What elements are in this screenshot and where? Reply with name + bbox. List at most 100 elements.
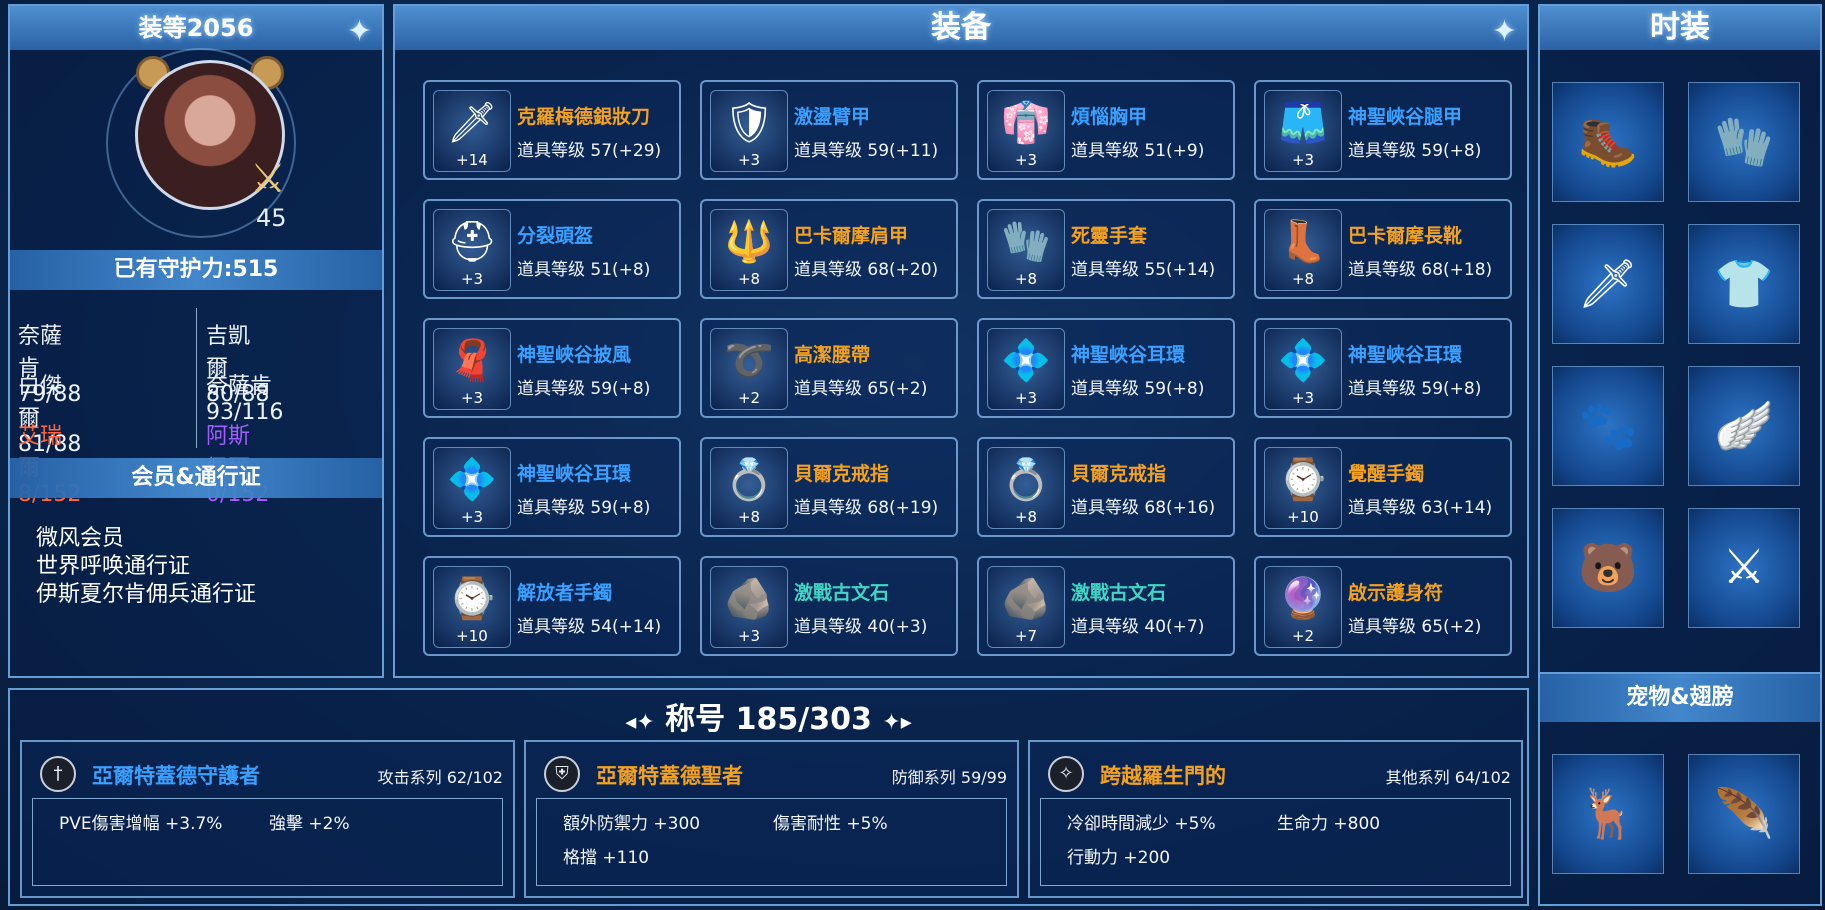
fashion-slot[interactable]: 🥾 — [1552, 82, 1664, 202]
item-icon-frame: 🛡 +3 — [710, 90, 788, 172]
enhance-level: +3 — [737, 627, 761, 645]
membership-heading: 会员&通行证 — [10, 458, 382, 498]
item-name: 克羅梅德銀妝刀 — [517, 106, 651, 128]
title-emblem-icon: ⛨ — [544, 756, 580, 792]
enhance-level: +2 — [737, 389, 761, 407]
title-stat: 強擊 +2% — [269, 814, 350, 834]
feather-wing-icon: 🪽 — [1714, 398, 1774, 454]
cape-icon: 🧣 — [447, 338, 497, 384]
item-name: 覺醒手鐲 — [1348, 463, 1425, 485]
stats-divider — [196, 308, 197, 448]
titles-panel: ◂✦ 称号 185/303 ✦▸ † 亞爾特蓋德守護者 攻击系列 62/102 PVE… — [8, 688, 1529, 906]
equipment-slot[interactable]: 💍 +8 貝爾克戒指 道具等级 68(+16) — [977, 437, 1235, 537]
title-stat: 格擋 +110 — [563, 848, 650, 868]
equipment-slot[interactable]: ⌚ +10 覺醒手鐲道具等级 63(+14) — [1254, 437, 1512, 537]
shirt-icon: 👕 — [1714, 256, 1774, 312]
item-name: 高潔腰帶 — [794, 344, 871, 366]
equipment-slot[interactable]: ➰ +2 高潔腰帶 道具等级 65(+2) — [700, 318, 958, 418]
equipment-slot[interactable]: 🩳 +3 神聖峽谷腿甲 道具等级 59(+8) — [1254, 80, 1512, 180]
title-card[interactable]: ⛨ 亞爾特蓋德聖者 防御系列 59/99 額外防禦力 +300 傷害耐性 +5% 格擋 +… — [524, 740, 1019, 898]
equipment-slot[interactable]: 💠 +3 神聖峽谷耳環 道具等级 59(+8) — [1254, 318, 1512, 418]
earring-icon: 💠 — [447, 457, 497, 503]
item-name: 貝爾克戒指 — [1071, 463, 1167, 485]
enhance-level: +3 — [1014, 389, 1038, 407]
wings-slot[interactable]: 🪶 — [1688, 754, 1800, 874]
fashion-slot[interactable]: ⚔ — [1688, 508, 1800, 628]
pet-slot[interactable]: 🦌 — [1552, 754, 1664, 874]
item-name: 神聖峽谷耳環 — [517, 463, 632, 485]
equipment-slot[interactable]: 🪨 +3 激戰古文石 道具等级 40(+3) — [700, 556, 958, 656]
dagger-icon: 🗡 — [446, 100, 498, 146]
item-name: 激盪臂甲 — [794, 106, 871, 128]
equipment-slot[interactable]: 💠 +3 神聖峽谷耳環 道具等级 59(+8) — [977, 318, 1235, 418]
enhance-level: +3 — [1291, 389, 1315, 407]
equipment-slot[interactable]: 💍 +8 貝爾克戒指 道具等级 68(+19) — [700, 437, 958, 537]
fashion-slot[interactable]: 👕 — [1688, 224, 1800, 344]
enhance-level: +3 — [460, 270, 484, 288]
item-icon-frame: ➰ +2 — [710, 328, 788, 410]
item-icon-frame: 🗡 +14 — [433, 90, 511, 172]
equipment-slot[interactable]: ⛑ +3 分裂頭盔 道具等级 51(+8) — [423, 199, 681, 299]
item-level: 道具等级 40(+7) — [1071, 617, 1205, 637]
equipment-slot[interactable]: 💠 +3 神聖峽谷耳環 道具等级 59(+8) — [423, 437, 681, 537]
enhance-level: +7 — [1014, 627, 1038, 645]
title-card[interactable]: † 亞爾特蓋德守護者 攻击系列 62/102 PVE傷害增幅 +3.7% 強擊 +2% — [20, 740, 515, 898]
pet-creature-icon: 🦌 — [1578, 786, 1638, 842]
arrow-left-icon: ◂✦ — [625, 710, 655, 735]
enhance-level: +8 — [1291, 270, 1315, 288]
earring-icon: 💠 — [1278, 338, 1328, 384]
item-level: 道具等级 59(+8) — [1348, 379, 1482, 399]
item-level: 道具等级 63(+14) — [1348, 498, 1493, 518]
item-name: 巴卡爾摩長靴 — [1348, 225, 1463, 247]
pet-heading: 宠物&翅膀 — [1540, 674, 1820, 722]
enhance-level: +8 — [737, 270, 761, 288]
title-emblem-icon: † — [40, 756, 76, 792]
equipment-slot[interactable]: 🧤 +8 死靈手套 道具等级 55(+14) — [977, 199, 1235, 299]
title-card[interactable]: ✧ 跨越羅生門的 其他系列 64/102 冷卻時間減少 +5% 生命力 +800 行動力 … — [1028, 740, 1523, 898]
fashion-slot[interactable]: 🐾 — [1552, 366, 1664, 486]
fashion-slot[interactable]: 🧤 — [1688, 82, 1800, 202]
membership-item: 伊斯夏尔肯佣兵通行证 — [36, 582, 257, 607]
item-level: 道具等级 59(+8) — [1071, 379, 1205, 399]
item-icon-frame: 💍 +8 — [710, 447, 788, 529]
fashion-slot[interactable]: 🪽 — [1688, 366, 1800, 486]
title-stat: 生命力 +800 — [1277, 814, 1381, 834]
equipment-slot[interactable]: 🗡 +14 克羅梅德銀妝刀 道具等级 57(+29) — [423, 80, 681, 180]
bracer-icon: 🛡 — [723, 100, 775, 146]
sparkle-icon: ✦ — [346, 14, 372, 49]
sparkle-icon: ✦ — [1491, 14, 1517, 49]
enhance-level: +3 — [460, 508, 484, 526]
fashion-slot[interactable]: 🗡 — [1552, 224, 1664, 344]
equipment-slot[interactable]: 🔮 +2 啟示護身符 道具等级 65(+2) — [1254, 556, 1512, 656]
item-name: 解放者手鐲 — [517, 582, 613, 604]
title-series: 攻击系列 62/102 — [377, 768, 503, 787]
equipment-slot[interactable]: 🛡 +3 激盪臂甲 道具等级 59(+11) — [700, 80, 958, 180]
equipment-slot[interactable]: 👢 +8 巴卡爾摩長靴 道具等级 68(+18) — [1254, 199, 1512, 299]
equipment-slot[interactable]: 👘 +3 煩惱胸甲 道具等级 51(+9) — [977, 80, 1235, 180]
equipment-slot[interactable]: 🪨 +7 激戰古文石 道具等级 40(+7) — [977, 556, 1235, 656]
title-series: 其他系列 64/102 — [1385, 768, 1511, 787]
item-name: 神聖峽谷披風 — [517, 344, 632, 366]
item-name: 激戰古文石 — [794, 582, 890, 604]
equipment-slot[interactable]: ⌚ +10 解放者手鐲 道具等级 54(+14) — [423, 556, 681, 656]
item-icon-frame: ⌚ +10 — [1264, 447, 1342, 529]
bracelet-icon: ⌚ — [447, 576, 497, 622]
guardian-power: 已有守护力:515 — [10, 250, 382, 290]
rune-stone-icon: 🪨 — [1001, 576, 1051, 622]
profile-panel: 装等2056 ✦ ⚔ 45 已有守护力:515 奈薩肯 79/88 吉凱爾 80/… — [8, 4, 384, 678]
equipment-title: 装备 ✦ — [395, 6, 1527, 50]
equipment-slot[interactable]: 🧣 +3 神聖峽谷披風 道具等级 59(+8) — [423, 318, 681, 418]
equipment-panel: 装备 ✦ 🗡 +14 克羅梅德銀妝刀 道具等级 57(+29) 🛡 +3 激盪臂甲 道具等级 … — [393, 4, 1529, 678]
glove-icon: 🧤 — [1714, 114, 1774, 170]
item-icon-frame: ⌚ +10 — [433, 566, 511, 648]
enhance-level: +3 — [460, 389, 484, 407]
weapon-skin-icon: 🗡 — [1577, 256, 1639, 312]
fashion-slot[interactable]: 🐻 — [1552, 508, 1664, 628]
enhance-level: +2 — [1291, 627, 1315, 645]
enhance-level: +10 — [456, 627, 488, 645]
title-stats-box: PVE傷害增幅 +3.7% 強擊 +2% — [32, 798, 503, 886]
item-name: 貝爾克戒指 — [794, 463, 890, 485]
equipment-slot[interactable]: 🔱 +8 巴卡爾摩肩甲 道具等级 68(+20) — [700, 199, 958, 299]
gear-score: 装等2056 ✦ — [10, 6, 382, 50]
leg-armor-icon: 🩳 — [1278, 100, 1328, 146]
